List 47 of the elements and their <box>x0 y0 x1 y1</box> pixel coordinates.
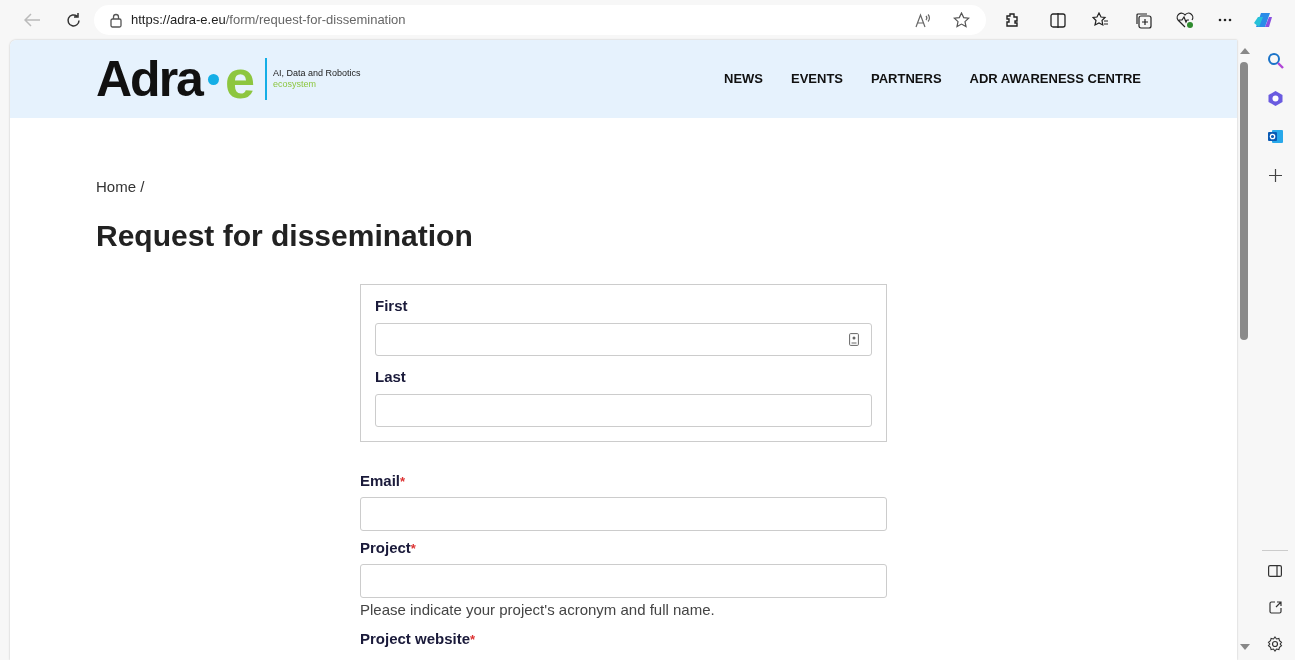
help-text: Please indicate your project's acronym and full name. <box>360 600 716 620</box>
outlook-icon[interactable] <box>1266 128 1284 145</box>
field-label: Last <box>375 368 407 386</box>
required-mark: * <box>400 474 406 489</box>
scrollbar-thumb[interactable] <box>1240 62 1248 340</box>
scroll-down-icon[interactable] <box>1240 644 1250 650</box>
field-label: Email <box>360 472 401 489</box>
external-link-icon[interactable] <box>1268 601 1282 614</box>
read-aloud-icon[interactable] <box>915 12 931 28</box>
star-icon[interactable] <box>953 12 970 28</box>
lock-icon <box>110 12 122 28</box>
input-field[interactable] <box>360 564 887 598</box>
field-label: Project website <box>360 629 471 647</box>
page-title: Request for dissemination <box>96 218 474 254</box>
health-icon[interactable] <box>1176 11 1194 29</box>
collections-icon[interactable] <box>1135 11 1152 29</box>
scroll-up-icon[interactable] <box>1240 48 1250 54</box>
url-text: https://adra-e.eu/form/request-for-dissemination <box>131 11 406 30</box>
field-label: Project <box>360 539 411 556</box>
add-icon[interactable] <box>1268 169 1282 182</box>
logo-letter: e <box>224 52 255 106</box>
split-screen-icon[interactable] <box>1050 12 1066 28</box>
logo-tagline: AI, Data and Robotics <box>272 68 361 79</box>
breadcrumb-link[interactable]: Home / <box>96 178 145 195</box>
extensions-icon[interactable] <box>1004 12 1020 28</box>
search-icon[interactable] <box>1266 52 1284 69</box>
field-label: First <box>375 297 409 315</box>
nav-link[interactable]: PARTNERS <box>871 69 942 89</box>
contact-card-icon[interactable] <box>849 333 859 346</box>
input-field[interactable] <box>375 394 872 427</box>
favorites-icon[interactable] <box>1092 12 1109 28</box>
address-bar[interactable]: https://adra-e.eu/form/request-for-dissemination <box>94 5 986 35</box>
input-field[interactable] <box>360 497 887 531</box>
input-field[interactable] <box>375 323 872 356</box>
required-mark: * <box>410 541 416 556</box>
refresh-icon[interactable] <box>65 11 82 29</box>
logo-wordmark: Adra <box>96 54 202 104</box>
sidebar-icon[interactable] <box>1268 565 1282 577</box>
nav-link[interactable]: NEWS <box>724 69 763 89</box>
more-icon[interactable] <box>1218 18 1232 22</box>
nav-link[interactable]: ADR AWARENESS CENTRE <box>969 69 1141 89</box>
logo[interactable]: Adra e <box>96 52 255 106</box>
required-mark: * <box>470 631 476 647</box>
hexagon-icon[interactable] <box>1266 90 1284 107</box>
nav-link[interactable]: EVENTS <box>791 69 843 89</box>
settings-icon[interactable] <box>1267 636 1283 652</box>
logo-subtitle: ecosystem <box>272 79 317 90</box>
